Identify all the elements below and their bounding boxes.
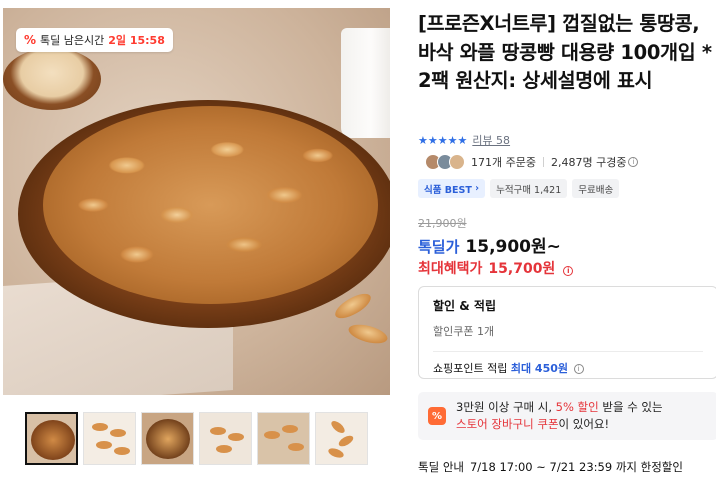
sale-price: 15,900원~ — [465, 237, 561, 257]
info-icon[interactable]: i — [573, 364, 584, 374]
promo-line1-suffix: 받을 수 있는 — [598, 400, 663, 414]
deal-period: 7/18 17:00 ~ 7/21 23:59 까지 한정할인 — [469, 460, 683, 474]
thumbnail-1[interactable] — [25, 412, 78, 465]
benefit-box[interactable]: 할인 & 적립 할인쿠폰 1개 쇼핑포인트 적립 최대 450원 i — [418, 286, 716, 379]
max-benefit-row: 최대혜택가 15,700원 i — [418, 258, 574, 278]
milk-glass — [341, 28, 390, 138]
points-info: 쇼핑포인트 적립 최대 450원 i — [433, 360, 703, 376]
rating-row: ★★★★★ 리뷰 58 — [418, 132, 510, 148]
discount-icon: % — [24, 33, 37, 47]
max-benefit-label: 최대혜택가 — [418, 261, 483, 277]
thumbnail-2[interactable] — [83, 412, 136, 465]
cumulative-purchase-badge: 누적구매 1,421 — [490, 179, 568, 198]
thumbnail-4[interactable] — [199, 412, 252, 465]
points-value: 최대 450원 — [510, 362, 568, 375]
max-benefit-price: 15,700원 — [488, 261, 556, 277]
original-price: 21,900원 — [418, 217, 467, 230]
coupon-percent-icon: % — [428, 407, 446, 425]
badge-row: 식품 BEST › 누적구매 1,421 무료배송 — [418, 179, 620, 198]
rating-stars: ★★★★★ — [418, 133, 468, 147]
thumbnail-strip — [25, 412, 368, 465]
thumbnail-3[interactable] — [141, 412, 194, 465]
review-count-link[interactable]: 리뷰 58 — [472, 132, 510, 148]
promo-line1-prefix: 3만원 이상 구매 시, — [456, 400, 556, 414]
free-shipping-badge: 무료배송 — [572, 179, 620, 198]
points-label: 쇼핑포인트 적립 — [433, 362, 508, 375]
social-proof-row: 171개 주문중 2,487명 구경중 i — [425, 154, 639, 170]
deal-label: 톡딜 안내 — [418, 460, 464, 474]
main-product-image: % 톡딜 남은시간 2일 15:58 — [3, 8, 390, 395]
coupon-info: 할인쿠폰 1개 — [433, 325, 495, 338]
timer-label: 톡딜 남은시간 — [40, 34, 105, 47]
peanut-bowl — [3, 48, 101, 110]
thumbnail-6[interactable] — [315, 412, 368, 465]
promo-discount: 5% 할인 — [555, 400, 599, 414]
divider — [433, 351, 703, 352]
promo-coupon-name: 스토어 장바구니 쿠폰 — [456, 417, 559, 431]
benefit-title: 할인 & 적립 — [433, 299, 496, 313]
loose-snack — [346, 321, 390, 347]
deal-timer-badge: % 톡딜 남은시간 2일 15:58 — [16, 28, 173, 52]
deal-info-row: 톡딜 안내 7/18 17:00 ~ 7/21 23:59 까지 한정할인 — [418, 459, 683, 475]
best-badge-label: 식품 BEST — [424, 184, 472, 196]
peanut-waffle-pile — [43, 106, 378, 304]
info-icon[interactable]: i — [563, 266, 574, 276]
cart-coupon-promo[interactable]: % 3만원 이상 구매 시, 5% 할인 받을 수 있는 스토어 장바구니 쿠폰… — [418, 392, 716, 440]
promo-text: 3만원 이상 구매 시, 5% 할인 받을 수 있는 스토어 장바구니 쿠폰이 … — [456, 399, 663, 433]
product-title: [프로즌X너트루] 껍질없는 통땅콩, 바삭 와플 땅콩빵 대용량 100개입 … — [418, 12, 712, 92]
info-icon[interactable]: i — [628, 157, 639, 167]
avatar — [449, 154, 465, 170]
promo-line2-suffix: 이 있어요! — [558, 417, 610, 431]
buyer-avatars — [425, 154, 465, 170]
best-badge[interactable]: 식품 BEST › — [418, 179, 486, 198]
divider — [542, 157, 544, 167]
thumbnail-5[interactable] — [257, 412, 310, 465]
viewer-count: 2,487명 구경중 — [550, 156, 627, 169]
sale-price-row: 톡딜가 15,900원~ — [418, 232, 561, 257]
timer-value: 2일 15:58 — [108, 34, 165, 47]
order-count: 171개 주문중 — [471, 156, 536, 169]
chevron-right-icon: › — [471, 183, 480, 194]
sale-price-label: 톡딜가 — [418, 238, 460, 256]
